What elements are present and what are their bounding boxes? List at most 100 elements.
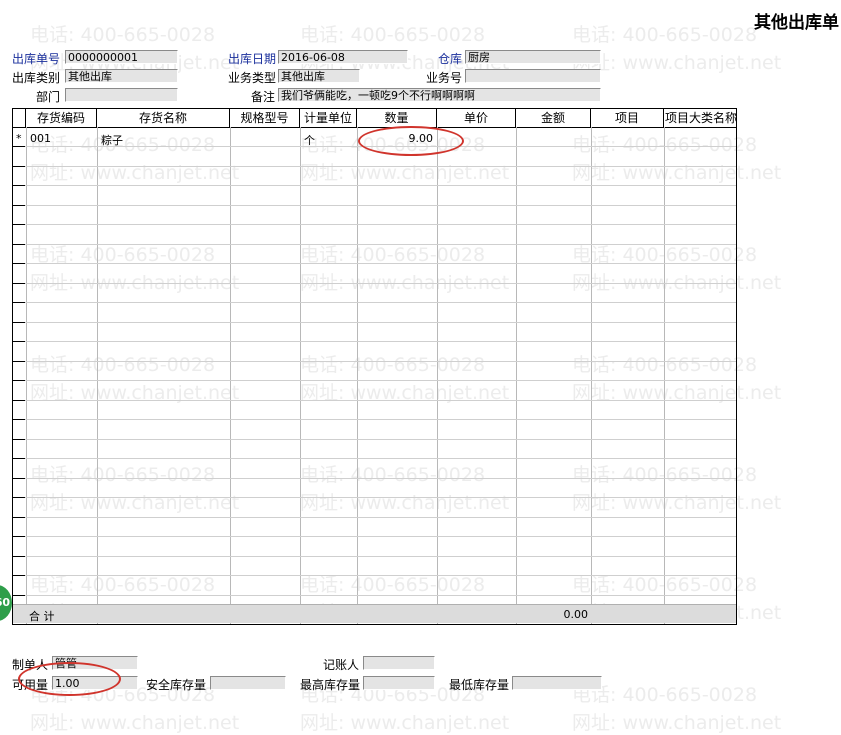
biz-no-field[interactable] (465, 69, 601, 83)
grid-row-line (13, 575, 736, 576)
row-selector-tick (13, 575, 25, 576)
col-header-code[interactable]: 存货编码 (26, 109, 97, 127)
min-field[interactable] (512, 676, 602, 690)
row-selector-tick (13, 400, 25, 401)
row-selector-tick (13, 380, 25, 381)
grid-row-line (13, 517, 736, 518)
watermark-site: 网址: www.chanjet.net (572, 52, 782, 74)
grid-col-line (97, 127, 98, 624)
grid-row-line (13, 361, 736, 362)
col-header-marker (13, 109, 26, 127)
grid-row-line (13, 380, 736, 381)
col-header-spec[interactable]: 规格型号 (230, 109, 300, 127)
row-selector-tick (13, 595, 25, 596)
col-header-amount[interactable]: 金额 (516, 109, 591, 127)
col-header-price[interactable]: 单价 (437, 109, 516, 127)
grid-col-line (591, 127, 592, 624)
grid-col-line (664, 127, 665, 624)
grid-row-line (13, 244, 736, 245)
grid-row-line (13, 595, 736, 596)
col-header-project[interactable]: 项目 (591, 109, 664, 127)
date-label: 出库日期 (228, 52, 277, 66)
row-selector-tick (13, 146, 25, 147)
watermark-site: 网址: www.chanjet.net (30, 712, 240, 734)
remark-field[interactable]: 我们爷俩能吃，一顿吃9个不行啊啊啊啊 (278, 88, 601, 102)
grid-row-line (13, 419, 736, 420)
grid-col-line (437, 127, 438, 624)
grid-row-line (13, 185, 736, 186)
order-no-label: 出库单号 (12, 52, 61, 66)
cell-name[interactable]: 粽子 (101, 132, 123, 148)
grid-row-line (13, 322, 736, 323)
row-selector-tick (13, 322, 25, 323)
grid-col-line (357, 127, 358, 624)
watermark-site: 网址: www.chanjet.net (300, 712, 510, 734)
detail-grid[interactable]: 存货编码 存货名称 规格型号 计量单位 数量 单价 金额 项目 项目大类名称 *… (12, 108, 737, 625)
row-selector-tick (13, 283, 25, 284)
remark-label: 备注 (251, 90, 276, 104)
col-header-qty[interactable]: 数量 (357, 109, 437, 127)
dept-field[interactable] (65, 88, 178, 102)
grid-row-line (13, 478, 736, 479)
max-label: 最高库存量 (300, 678, 361, 692)
col-header-name[interactable]: 存货名称 (97, 109, 230, 127)
biz-type-field[interactable]: 其他出库 (278, 69, 360, 83)
category-field[interactable]: 其他出库 (65, 69, 178, 83)
row-selector-tick (13, 166, 25, 167)
grid-col-line (230, 127, 231, 624)
watermark-phone: 电话: 400-665-0028 (572, 24, 758, 46)
window-title: 其他出库单 (754, 13, 839, 33)
dept-label: 部门 (36, 90, 61, 104)
row-selector-tick (13, 439, 25, 440)
side-badge[interactable]: 60 (0, 585, 12, 621)
row-selector-tick (13, 556, 25, 557)
max-field[interactable] (363, 676, 435, 690)
grid-row-line (13, 341, 736, 342)
order-no-field[interactable]: 0000000001 (65, 50, 178, 64)
grid-row-line (13, 263, 736, 264)
warehouse-field[interactable]: 厨房 (465, 50, 601, 64)
cell-code[interactable]: 001 (30, 132, 51, 145)
grid-col-line (300, 127, 301, 624)
row-selector-tick (13, 341, 25, 342)
row-selector-tick (13, 205, 25, 206)
row-selector-tick (13, 361, 25, 362)
grid-row-line (13, 283, 736, 284)
row-selector-tick (13, 244, 25, 245)
total-row: 合 计 0.00 (13, 604, 736, 623)
grid-col-line (516, 127, 517, 624)
safety-field[interactable] (210, 676, 286, 690)
row-selector-tick (13, 458, 25, 459)
grid-row-line (13, 205, 736, 206)
grid-col-line (26, 127, 27, 624)
available-label: 可用量 (12, 678, 49, 692)
row-selector-tick (13, 302, 25, 303)
total-amount: 0.00 (563, 608, 589, 621)
row-selector-tick (13, 419, 25, 420)
grid-row-line (13, 556, 736, 557)
grid-row-line (13, 458, 736, 459)
watermark-phone: 电话: 400-665-0028 (30, 24, 216, 46)
grid-row-line (13, 497, 736, 498)
row-marker: * (16, 132, 22, 145)
total-label: 合 计 (29, 610, 55, 623)
maker-field[interactable]: 管管 (52, 656, 138, 670)
warehouse-label: 仓库 (438, 52, 463, 66)
safety-label: 安全库存量 (146, 678, 207, 692)
grid-row-line (13, 536, 736, 537)
recorder-label: 记账人 (323, 658, 360, 672)
grid-row-line (13, 439, 736, 440)
col-header-project-cat[interactable]: 项目大类名称 (664, 109, 736, 127)
recorder-field[interactable] (363, 656, 435, 670)
biz-type-label: 业务类型 (228, 71, 277, 85)
cell-qty[interactable]: 9.00 (357, 132, 434, 145)
biz-no-label: 业务号 (426, 71, 463, 85)
date-field[interactable]: 2016-06-08 (278, 50, 408, 64)
grid-header: 存货编码 存货名称 规格型号 计量单位 数量 单价 金额 项目 项目大类名称 (13, 109, 736, 128)
col-header-unit[interactable]: 计量单位 (300, 109, 357, 127)
available-field[interactable]: 1.00 (52, 676, 138, 690)
maker-label: 制单人 (12, 658, 49, 672)
watermark-phone: 电话: 400-665-0028 (300, 24, 486, 46)
row-selector-tick (13, 536, 25, 537)
cell-unit[interactable]: 个 (304, 132, 315, 148)
